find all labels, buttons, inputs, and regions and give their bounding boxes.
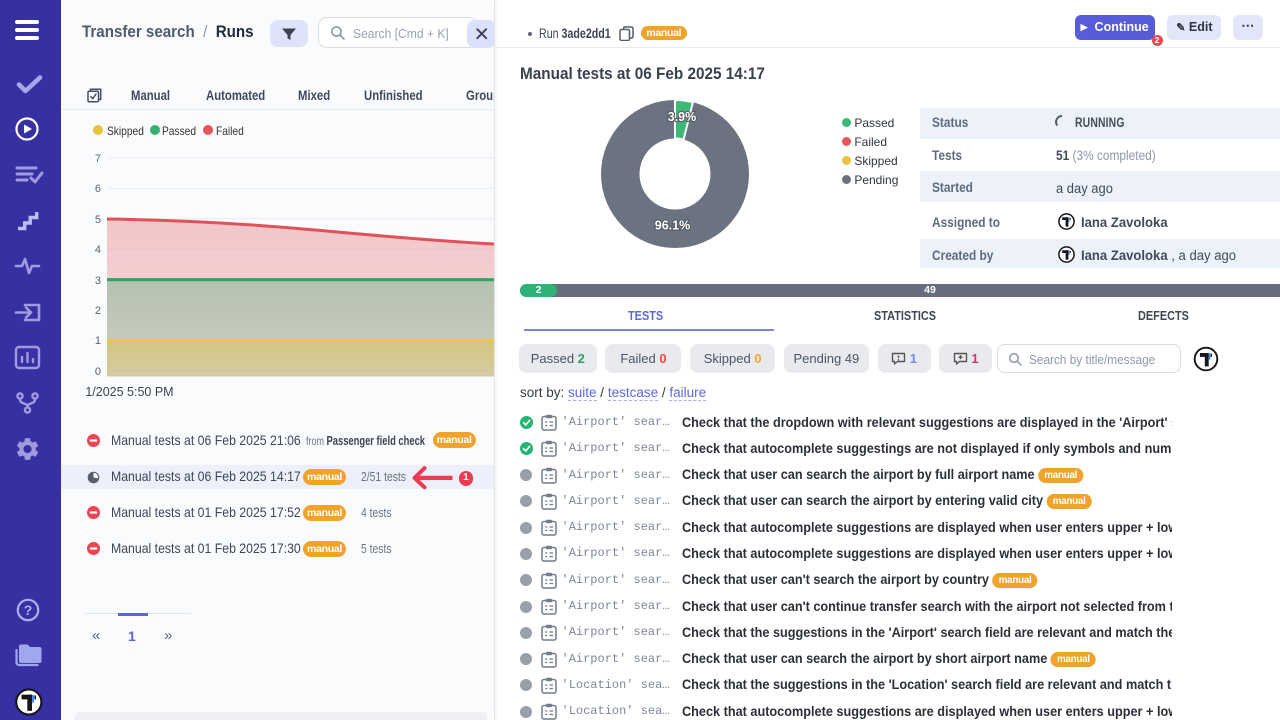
svg-text:5: 5 [95, 214, 101, 226]
svg-text:?: ? [24, 602, 33, 618]
svg-text:2: 2 [95, 305, 101, 317]
svg-text:6: 6 [95, 183, 101, 195]
svg-text:3: 3 [95, 275, 101, 287]
svg-text:7: 7 [95, 153, 101, 165]
svg-text:96.1%: 96.1% [655, 219, 690, 233]
svg-text:1: 1 [95, 335, 101, 347]
svg-text:0: 0 [95, 366, 101, 378]
svg-text:4: 4 [95, 244, 101, 256]
svg-text:3.9%: 3.9% [668, 110, 697, 124]
